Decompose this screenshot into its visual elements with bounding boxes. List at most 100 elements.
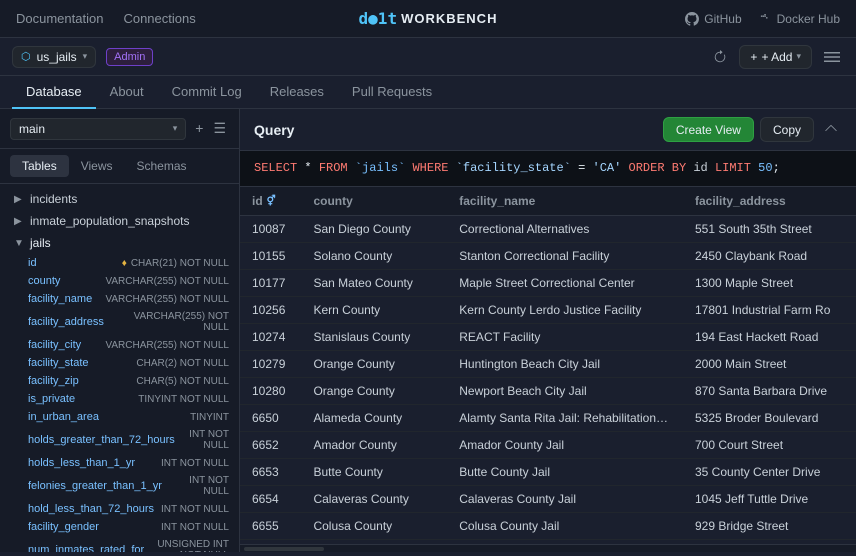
gender-icon: ⚥: [267, 196, 276, 207]
sql-star: *: [297, 161, 319, 175]
tree-item-incidents[interactable]: ▶ incidents ✎ ▷: [0, 188, 239, 210]
scrollbar-thumb[interactable]: [244, 547, 324, 551]
nav-dockerhub[interactable]: Docker Hub: [758, 12, 840, 26]
content-area: Query Create View Copy SELECT * FROM `ja…: [240, 109, 856, 552]
tree-item-inmate[interactable]: ▶ inmate_population_snapshots ✎ ▷: [0, 210, 239, 232]
field-row[interactable]: facility_city VARCHAR(255) NOT NULL: [0, 336, 239, 354]
field-row[interactable]: felonies_greater_than_1_yr INT NOT NULL: [0, 472, 239, 500]
create-view-button[interactable]: Create View: [663, 117, 754, 142]
add-button[interactable]: + + Add ▾: [739, 45, 812, 69]
sidebar-add-icon[interactable]: +: [192, 117, 206, 140]
logo-d01t-text: d●1t: [359, 9, 398, 28]
db-bar-right: + + Add ▾: [709, 45, 844, 69]
cell-facility-name: Colusa County Jail: [447, 513, 683, 540]
cell-id: 6655: [240, 513, 301, 540]
field-row[interactable]: is_private TINYINT NOT NULL: [0, 390, 239, 408]
cell-id: 10279: [240, 351, 301, 378]
tab-pull-requests[interactable]: Pull Requests: [338, 76, 446, 109]
field-row[interactable]: in_urban_area TINYINT: [0, 408, 239, 426]
cell-id: 10280: [240, 378, 301, 405]
field-row[interactable]: hold_less_than_72_hours INT NOT NULL: [0, 500, 239, 518]
cell-facility-address: 2450 Claybank Road: [683, 243, 856, 270]
field-type: TINYINT NOT NULL: [138, 394, 229, 405]
cell-county: Stanislaus County: [301, 324, 447, 351]
tree-item-inmate-label: inmate_population_snapshots: [30, 214, 229, 228]
table-row[interactable]: 10280 Orange County Newport Beach City J…: [240, 378, 856, 405]
query-header: Query Create View Copy: [240, 109, 856, 151]
field-type: CHAR(2) NOT NULL: [136, 358, 229, 369]
sub-tab-schemas[interactable]: Schemas: [124, 155, 198, 177]
tree-item-jails[interactable]: ▼ jails ✎ ▷: [0, 232, 239, 254]
cell-county: Orange County: [301, 378, 447, 405]
data-table-wrapper[interactable]: id⚥ county facility_name facility_addres…: [240, 187, 856, 544]
field-row[interactable]: facility_address VARCHAR(255) NOT NULL: [0, 308, 239, 336]
field-row[interactable]: facility_state CHAR(2) NOT NULL: [0, 354, 239, 372]
db-dropdown-icon: ▾: [83, 51, 88, 62]
cell-facility-address: 2000 Main Street: [683, 351, 856, 378]
cell-id: 10274: [240, 324, 301, 351]
field-row[interactable]: county VARCHAR(255) NOT NULL: [0, 272, 239, 290]
chevron-right-icon: ▶: [14, 216, 26, 227]
tab-releases[interactable]: Releases: [256, 76, 338, 109]
github-icon: [685, 12, 699, 26]
table-row[interactable]: 10274 Stanislaus County REACT Facility 1…: [240, 324, 856, 351]
table-row[interactable]: 6650 Alameda County Alamty Santa Rita Ja…: [240, 405, 856, 432]
field-row[interactable]: facility_gender INT NOT NULL: [0, 518, 239, 536]
branch-select[interactable]: main ▾: [10, 118, 186, 140]
sql-space5: id: [686, 161, 715, 175]
field-name: holds_less_than_1_yr: [28, 457, 157, 469]
col-facility-name-label: facility_name: [459, 194, 535, 208]
table-row[interactable]: 6654 Calaveras County Calaveras County J…: [240, 486, 856, 513]
col-county-label: county: [313, 194, 352, 208]
refresh-button[interactable]: [709, 46, 731, 68]
field-name: id: [28, 257, 118, 269]
field-name: facility_zip: [28, 375, 132, 387]
table-row[interactable]: 10256 Kern County Kern County Lerdo Just…: [240, 297, 856, 324]
table-row[interactable]: 10279 Orange County Huntington Beach Cit…: [240, 351, 856, 378]
field-row[interactable]: facility_name VARCHAR(255) NOT NULL: [0, 290, 239, 308]
table-row[interactable]: 10155 Solano County Stanton Correctional…: [240, 243, 856, 270]
nav-github[interactable]: GitHub: [685, 12, 741, 26]
table-row[interactable]: 6655 Colusa County Colusa County Jail 92…: [240, 513, 856, 540]
db-selector[interactable]: ⬡ us_jails ▾: [12, 46, 96, 68]
sql-order: ORDER BY: [629, 161, 687, 175]
cell-county: Alameda County: [301, 405, 447, 432]
sub-tab-views[interactable]: Views: [69, 155, 125, 177]
docker-icon: [758, 12, 772, 26]
field-row[interactable]: holds_greater_than_72_hours INT NOT NULL: [0, 426, 239, 454]
table-row[interactable]: 6653 Butte County Butte County Jail 35 C…: [240, 459, 856, 486]
cell-facility-address: 1045 Jeff Tuttle Drive: [683, 486, 856, 513]
menu-icon: [824, 49, 840, 65]
refresh-icon: [713, 50, 727, 64]
branch-chevron-icon: ▾: [173, 123, 178, 134]
field-row[interactable]: num_inmates_rated_for UNSIGNED INT NOT N…: [0, 536, 239, 552]
tab-about[interactable]: About: [96, 76, 158, 109]
copy-button[interactable]: Copy: [760, 117, 814, 142]
sidebar-icons: + ☰: [192, 117, 229, 140]
tab-database[interactable]: Database: [12, 76, 96, 109]
sql-table: `jails`: [355, 161, 405, 175]
tab-commit-log[interactable]: Commit Log: [158, 76, 256, 109]
field-name: facility_address: [28, 316, 104, 328]
nav-documentation[interactable]: Documentation: [16, 7, 103, 30]
sql-space4: [621, 161, 628, 175]
sub-tab-tables[interactable]: Tables: [10, 155, 69, 177]
dockerhub-label: Docker Hub: [777, 12, 840, 26]
table-row[interactable]: 10087 San Diego County Correctional Alte…: [240, 216, 856, 243]
sidebar-list-icon[interactable]: ☰: [210, 117, 229, 140]
field-row[interactable]: holds_less_than_1_yr INT NOT NULL: [0, 454, 239, 472]
menu-button[interactable]: [820, 45, 844, 69]
col-id-label: id: [252, 194, 263, 208]
field-row[interactable]: id ♦ CHAR(21) NOT NULL: [0, 254, 239, 272]
table-row[interactable]: 10177 San Mateo County Maple Street Corr…: [240, 270, 856, 297]
expand-button[interactable]: [820, 117, 842, 142]
cell-id: 10256: [240, 297, 301, 324]
cell-facility-address: 929 Bridge Street: [683, 513, 856, 540]
nav-connections[interactable]: Connections: [123, 7, 195, 30]
horizontal-scrollbar[interactable]: [240, 544, 856, 552]
field-type: INT NOT NULL: [161, 522, 229, 533]
field-row[interactable]: facility_zip CHAR(5) NOT NULL: [0, 372, 239, 390]
chevron-up-icon: [824, 121, 838, 135]
table-row[interactable]: 6652 Amador County Amador County Jail 70…: [240, 432, 856, 459]
field-name: facility_state: [28, 357, 132, 369]
